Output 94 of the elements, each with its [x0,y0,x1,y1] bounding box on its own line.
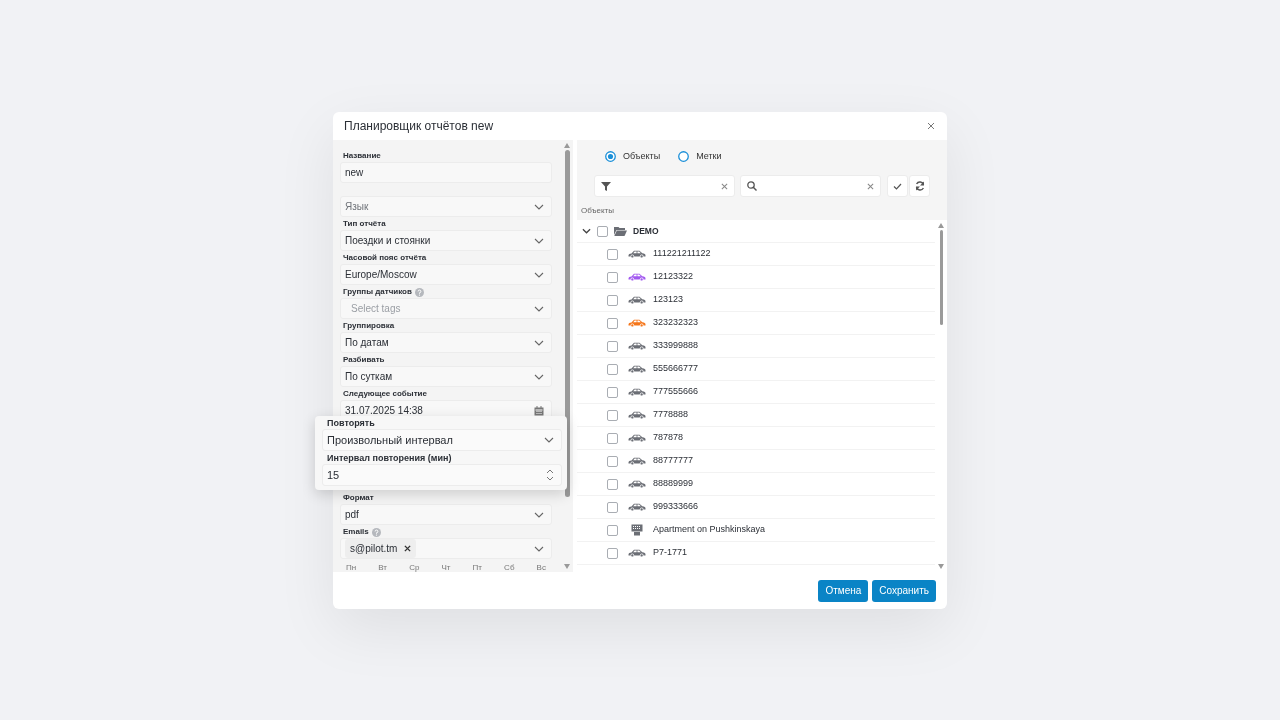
field-label: Группировка [343,321,395,331]
dialog-button[interactable]: Отмена [818,579,869,602]
checkbox[interactable] [607,524,618,536]
remove-icon[interactable] [404,545,412,552]
weekday-label: Пт [472,562,482,572]
filter-icon [601,181,611,191]
field-label: Формат [343,493,374,503]
checkbox[interactable] [607,409,618,421]
field-label: Тип отчёта [343,219,386,229]
folder-icon [614,226,627,236]
object-row[interactable]: 111221211122 [577,243,935,266]
chevron-down-icon [544,437,554,443]
object-row[interactable]: 7778888 [577,404,935,427]
filter-field[interactable] [594,175,735,197]
radio-option[interactable]: Объекты [605,149,661,164]
search-icon [747,181,757,191]
weekday-label: Пн [346,562,357,572]
object-row[interactable]: Apartment on Pushkinskaya [577,519,935,542]
checkbox[interactable] [607,386,618,398]
email-tag[interactable]: s@pilot.tm [345,539,417,558]
checkbox[interactable] [607,455,618,467]
dropdown[interactable]: Поездки и стоянки [340,230,552,251]
weekday-label: Ср [409,562,420,572]
object-row[interactable]: 88777777 [577,450,935,473]
chevron-down-icon [534,511,544,518]
refresh-button[interactable] [909,175,930,197]
chevron-down-icon [534,237,544,244]
field-label: Следующее событие [343,389,427,399]
dropdown[interactable]: По суткам [340,366,552,387]
checkbox[interactable] [607,317,618,329]
checkbox[interactable] [607,248,618,260]
object-row[interactable]: 999333666 [577,496,935,519]
chevron-down-icon [534,545,544,552]
checkbox[interactable] [607,501,618,513]
list-title: Объекты [580,205,615,217]
dropdown[interactable]: По датам [340,332,552,353]
tags-field[interactable]: s@pilot.tm [340,538,552,559]
chevron-down-icon [534,373,544,380]
dropdown[interactable]: pdf [340,504,552,525]
object-row[interactable]: 333999888 [577,335,935,358]
refresh-icon [914,181,925,191]
object-row[interactable]: 777555666 [577,381,935,404]
chevron-down-icon [534,339,544,346]
chevron-down-icon [534,271,544,278]
object-row[interactable]: 323232323 [577,312,935,335]
dialog-button[interactable]: Сохранить [872,579,936,602]
checkbox[interactable] [607,478,618,490]
radio-option[interactable]: Метки [678,149,722,164]
scroll-up-icon[interactable] [564,143,570,148]
object-row[interactable]: 555666777 [577,358,935,381]
field-label: Повторять [327,418,375,428]
field-label: Название [343,151,381,161]
dropdown[interactable]: Язык [340,196,552,217]
object-row[interactable]: P7-1771 [577,542,935,565]
checkbox[interactable] [597,225,608,237]
chevron-down-icon[interactable] [582,228,591,234]
checkbox[interactable] [607,547,618,559]
scroll-up-icon[interactable] [938,223,944,228]
object-row[interactable]: 12123322 [577,266,935,289]
field-label: Интервал повторения (мин) [327,453,452,463]
apply-button[interactable] [887,175,908,197]
field-label: Группы датчиков [343,287,412,297]
group-name: DEMO [633,224,659,238]
object-row[interactable]: 787878 [577,427,935,450]
field-label: Emails [343,527,369,537]
checkbox[interactable] [607,294,618,306]
object-row[interactable]: 88889999 [577,473,935,496]
close-icon[interactable] [927,122,935,130]
number-field[interactable]: 15 [322,464,562,486]
scroll-down-icon[interactable] [938,564,944,569]
chevron-down-icon [534,305,544,312]
weekday-label: Сб [504,562,515,572]
spinner-icon[interactable] [546,469,554,481]
text-field[interactable]: new [340,162,552,183]
weekday-label: Чт [441,562,451,572]
chevron-down-icon [534,203,544,210]
checkbox[interactable] [607,340,618,352]
search-field[interactable] [740,175,881,197]
field-label: Разбивать [343,355,385,365]
dialog-title: Планировщик отчётов new [344,118,494,135]
checkmark-icon [893,182,902,190]
clear-icon[interactable] [867,182,874,190]
checkbox[interactable] [607,271,618,283]
clear-icon[interactable] [721,182,728,190]
dropdown[interactable]: Europe/Moscow [340,264,552,285]
field-label: Часовой пояс отчёта [343,253,427,263]
checkbox[interactable] [607,432,618,444]
checkbox[interactable] [607,363,618,375]
calendar-icon[interactable] [534,405,544,416]
weekday-label: Вт [378,562,387,572]
scroll-down-icon[interactable] [564,564,570,569]
object-row[interactable]: 123123 [577,289,935,312]
dropdown[interactable]: Произвольный интервал [322,429,562,451]
weekday-label: Вс [536,562,546,572]
